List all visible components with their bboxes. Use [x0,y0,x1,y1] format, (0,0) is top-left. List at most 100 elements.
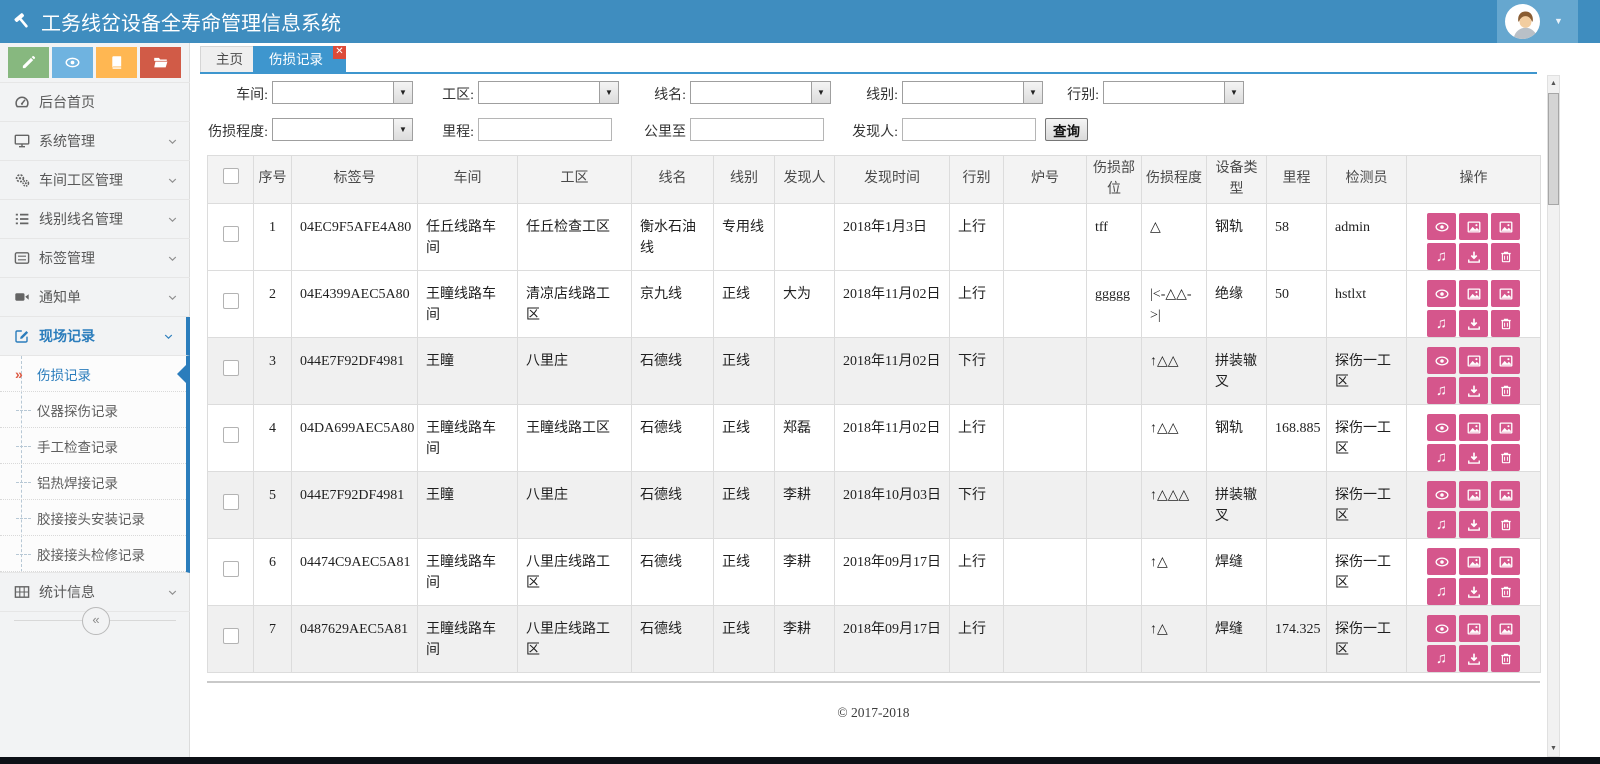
sidebar-subitem-0[interactable]: »伤损记录 [0,356,186,392]
close-icon[interactable]: ✕ [333,46,346,59]
row-checkbox[interactable] [223,360,239,376]
delete-button[interactable] [1491,444,1520,471]
delete-button[interactable] [1491,578,1520,605]
view-button[interactable] [1427,481,1456,508]
col-header: 伤损程度 [1142,156,1207,204]
sidebar-item-workshop[interactable]: 车间工区管理 [0,161,190,200]
image2-button[interactable] [1491,548,1520,575]
col-header: 里程 [1267,156,1327,204]
row-checkbox[interactable] [223,494,239,510]
trash-icon [1499,317,1513,331]
caret-down-icon[interactable]: ▼ [1554,16,1563,26]
cell-inspector: 探伤一工区 [1327,606,1407,673]
download-button[interactable] [1459,645,1488,672]
vertical-scrollbar[interactable]: ▲ ▼ [1547,75,1560,757]
image-button[interactable] [1459,414,1488,441]
delete-button[interactable] [1491,377,1520,404]
sidebar-subitem-4[interactable]: 胶接接头安装记录 [0,500,186,536]
image2-button[interactable] [1491,280,1520,307]
col-header: 发现人 [775,156,835,204]
sidebar-item-line[interactable]: 线别线名管理 [0,200,190,239]
scroll-down-icon[interactable]: ▼ [1548,741,1559,756]
view-button[interactable] [1427,280,1456,307]
sidebar-item-site-record[interactable]: 现场记录 [0,317,190,356]
row-checkbox[interactable] [223,293,239,309]
search-button[interactable]: 查询 [1045,118,1088,141]
view-button[interactable] [1427,213,1456,240]
image-button[interactable] [1459,347,1488,374]
scroll-up-icon[interactable]: ▲ [1548,76,1559,91]
image2-button[interactable] [1491,615,1520,642]
pencil-icon [21,55,36,70]
delete-button[interactable] [1491,511,1520,538]
download-button[interactable] [1459,310,1488,337]
row-checkbox[interactable] [223,561,239,577]
audio-button[interactable]: ♫ [1427,511,1456,538]
download-button[interactable] [1459,377,1488,404]
image-button[interactable] [1459,213,1488,240]
hammer-icon [13,12,32,31]
download-button[interactable] [1459,511,1488,538]
sidebar-subitem-3[interactable]: 铝热焊接记录 [0,464,186,500]
delete-button[interactable] [1491,243,1520,270]
row-checkbox[interactable] [223,427,239,443]
sidebar-subitem-1[interactable]: 仪器探伤记录 [0,392,186,428]
view-button[interactable] [1427,548,1456,575]
filter-finder-input[interactable] [902,118,1036,141]
sidebar-subitem-label: 胶接接头安装记录 [37,508,145,528]
cell-damage_part [1087,539,1142,606]
sidebar-subitem-2[interactable]: 手工检查记录 [0,428,186,464]
audio-button[interactable]: ♫ [1427,377,1456,404]
files-button[interactable] [140,47,181,78]
row-checkbox[interactable] [223,226,239,242]
sidebar-subitem-5[interactable]: 胶接接头检修记录 [0,536,186,572]
image-icon [1499,622,1513,636]
select-all-checkbox[interactable] [223,168,239,184]
scrollbar-thumb[interactable] [1548,93,1559,205]
cell-seq: 1 [254,204,292,271]
image-button[interactable] [1459,548,1488,575]
sidebar-item-tag[interactable]: 标签管理 [0,239,190,278]
cell-work_area: 八里庄 [518,472,632,539]
sidebar-item-label: 通知单 [39,287,81,307]
log-button[interactable] [96,47,137,78]
image2-button[interactable] [1491,414,1520,441]
sidebar-item-home[interactable]: 后台首页 [0,83,190,122]
eye-icon [1435,555,1449,569]
cell-device_type: 绝缘 [1207,271,1267,338]
user-avatar[interactable] [1505,4,1540,39]
sidebar: 后台首页系统管理车间工区管理线别线名管理标签管理通知单现场记录»伤损记录仪器探伤… [0,43,190,757]
tab-damage-records[interactable]: 伤损记录 ✕ [253,46,346,72]
image2-button[interactable] [1491,481,1520,508]
image-button[interactable] [1459,615,1488,642]
audio-button[interactable]: ♫ [1427,444,1456,471]
row-checkbox[interactable] [223,628,239,644]
collapse-button[interactable]: « [82,607,110,635]
image-icon [1467,555,1481,569]
download-button[interactable] [1459,578,1488,605]
download-button[interactable] [1459,243,1488,270]
view-button[interactable] [1427,615,1456,642]
image-icon [1467,287,1481,301]
audio-button[interactable]: ♫ [1427,310,1456,337]
image-button[interactable] [1459,481,1488,508]
download-button[interactable] [1459,444,1488,471]
user-menu[interactable]: ▼ [1497,0,1578,43]
sidebar-item-system[interactable]: 系统管理 [0,122,190,161]
view-button[interactable] [1427,414,1456,441]
tab-home[interactable]: 主页 [200,46,259,72]
sidebar-item-notice[interactable]: 通知单 [0,278,190,317]
filter-direction-select[interactable]: ▼ [1103,81,1244,104]
audio-button[interactable]: ♫ [1427,645,1456,672]
image-button[interactable] [1459,280,1488,307]
audio-button[interactable]: ♫ [1427,243,1456,270]
view-button[interactable] [52,47,93,78]
edit-button[interactable] [8,47,49,78]
image2-button[interactable] [1491,213,1520,240]
delete-button[interactable] [1491,310,1520,337]
image2-button[interactable] [1491,347,1520,374]
view-button[interactable] [1427,347,1456,374]
col-header: 线名 [632,156,714,204]
audio-button[interactable]: ♫ [1427,578,1456,605]
delete-button[interactable] [1491,645,1520,672]
